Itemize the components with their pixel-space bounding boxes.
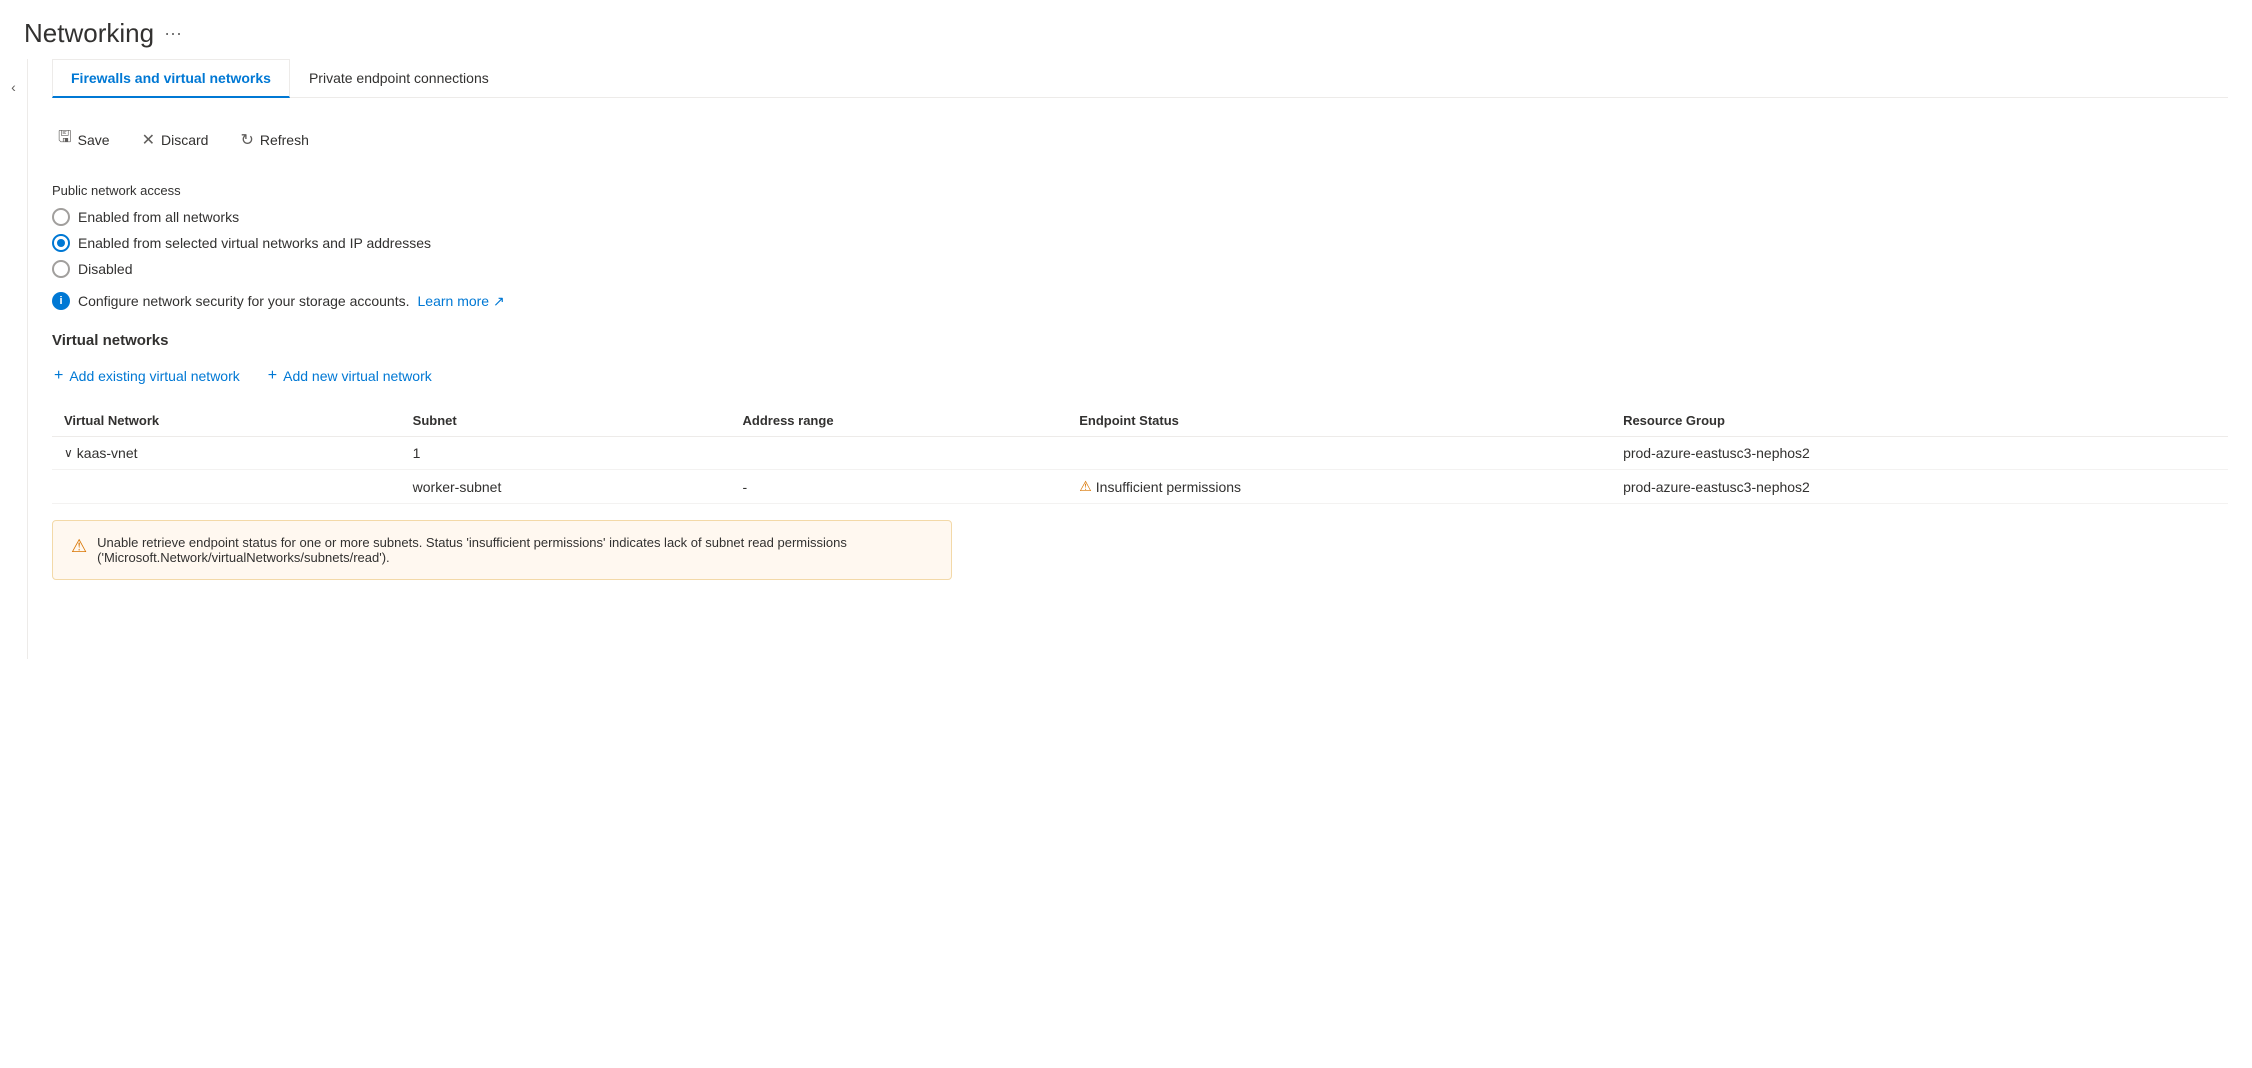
- insufficient-permissions-label: Insufficient permissions: [1096, 479, 1241, 495]
- add-new-vnet-button[interactable]: + Add new virtual network: [266, 363, 434, 389]
- radio-circle-all: [52, 208, 70, 226]
- info-row: i Configure network security for your st…: [52, 292, 2228, 310]
- cell-endpoint-status-2: ⚠ Insufficient permissions: [1067, 470, 1611, 504]
- warning-banner: ⚠ Unable retrieve endpoint status for on…: [52, 520, 952, 580]
- add-new-label: Add new virtual network: [283, 368, 432, 384]
- page-title: Networking ···: [0, 0, 2252, 59]
- refresh-icon: ↻: [240, 130, 253, 150]
- cell-vnet-name: ∨ kaas-vnet: [52, 437, 401, 470]
- info-icon: i: [52, 292, 70, 310]
- radio-label-selected: Enabled from selected virtual networks a…: [78, 235, 431, 251]
- cell-address-range: [731, 437, 1068, 470]
- radio-disabled[interactable]: Disabled: [52, 260, 2228, 278]
- col-header-endpoint: Endpoint Status: [1067, 405, 1611, 437]
- refresh-button[interactable]: ↻ Refresh: [234, 126, 314, 154]
- radio-all-networks[interactable]: Enabled from all networks: [52, 208, 2228, 226]
- discard-icon: ✕: [142, 130, 155, 150]
- radio-selected-networks[interactable]: Enabled from selected virtual networks a…: [52, 234, 2228, 252]
- col-header-subnet: Subnet: [401, 405, 731, 437]
- info-text: Configure network security for your stor…: [78, 293, 410, 309]
- warning-banner-text: Unable retrieve endpoint status for one …: [97, 535, 933, 565]
- warning-icon: ⚠: [1079, 478, 1092, 495]
- radio-label-all: Enabled from all networks: [78, 209, 239, 225]
- col-header-vnet: Virtual Network: [52, 405, 401, 437]
- discard-button[interactable]: ✕ Discard: [136, 126, 215, 154]
- action-bar: + Add existing virtual network + Add new…: [52, 363, 2228, 389]
- col-header-rg: Resource Group: [1611, 405, 2228, 437]
- title-text: Networking: [24, 18, 154, 49]
- learn-more-link[interactable]: Learn more ↗: [418, 293, 505, 310]
- col-header-address: Address range: [731, 405, 1068, 437]
- external-link-icon: ↗: [493, 293, 505, 309]
- table-header-row: Virtual Network Subnet Address range End…: [52, 405, 2228, 437]
- public-network-label: Public network access: [52, 183, 2228, 198]
- table-row[interactable]: worker-subnet - ⚠ Insufficient permissio…: [52, 470, 2228, 504]
- virtual-networks-title: Virtual networks: [52, 332, 2228, 349]
- save-icon: 🖫: [58, 126, 72, 153]
- chevron-down-icon[interactable]: ∨: [64, 446, 73, 460]
- refresh-label: Refresh: [260, 132, 309, 148]
- save-label: Save: [78, 132, 110, 148]
- sidebar-collapse-button[interactable]: ‹: [0, 59, 28, 659]
- virtual-networks-section: Virtual networks + Add existing virtual …: [52, 332, 2228, 580]
- plus-icon-new: +: [268, 367, 277, 385]
- network-access-radio-group: Enabled from all networks Enabled from s…: [52, 208, 2228, 278]
- tab-bar: Firewalls and virtual networks Private e…: [52, 59, 2228, 98]
- save-button[interactable]: 🖫 Save: [52, 122, 116, 157]
- warning-banner-icon: ⚠: [71, 536, 87, 557]
- radio-circle-disabled: [52, 260, 70, 278]
- collapse-icon: ‹: [11, 79, 16, 95]
- plus-icon-existing: +: [54, 367, 63, 385]
- add-existing-vnet-button[interactable]: + Add existing virtual network: [52, 363, 242, 389]
- cell-subnet-count: 1: [401, 437, 731, 470]
- radio-label-disabled: Disabled: [78, 261, 132, 277]
- cell-subnet-name: worker-subnet: [401, 470, 731, 504]
- cell-resource-group: prod-azure-eastusc3-nephos2: [1611, 437, 2228, 470]
- cell-address-range-2: -: [731, 470, 1068, 504]
- table-row[interactable]: ∨ kaas-vnet 1 prod-azure-eastusc3-nephos…: [52, 437, 2228, 470]
- virtual-networks-table: Virtual Network Subnet Address range End…: [52, 405, 2228, 504]
- cell-vnet-name-empty: [52, 470, 401, 504]
- discard-label: Discard: [161, 132, 208, 148]
- cell-endpoint-status: [1067, 437, 1611, 470]
- add-existing-label: Add existing virtual network: [69, 368, 239, 384]
- tab-firewalls[interactable]: Firewalls and virtual networks: [52, 59, 290, 98]
- public-network-section: Public network access Enabled from all n…: [52, 183, 2228, 310]
- cell-resource-group-2: prod-azure-eastusc3-nephos2: [1611, 470, 2228, 504]
- ellipsis-icon[interactable]: ···: [164, 23, 182, 44]
- radio-circle-selected: [52, 234, 70, 252]
- toolbar: 🖫 Save ✕ Discard ↻ Refresh: [52, 118, 2228, 161]
- tab-private-endpoints[interactable]: Private endpoint connections: [290, 59, 508, 98]
